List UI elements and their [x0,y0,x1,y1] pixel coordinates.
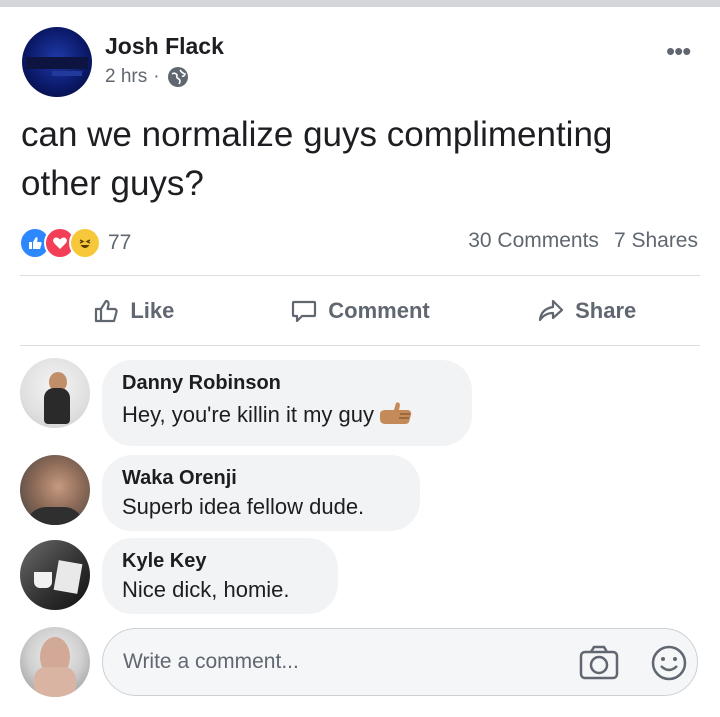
comment-bubble: Kyle Key Nice dick, homie. [102,538,338,614]
haha-reaction-icon [69,227,101,259]
commenter-avatar[interactable] [20,540,90,610]
engagement-counts: 30 Comments 7 Shares [468,229,698,253]
reaction-count: 77 [108,231,132,254]
camera-icon[interactable] [579,645,619,681]
comment-button[interactable]: Comment [247,284,474,338]
post-timestamp[interactable]: 2 hrs [105,66,147,88]
divider [20,275,700,276]
comments-count-link[interactable]: 30 Comments [468,229,599,253]
share-arrow-icon [538,299,564,322]
comment-bubble: Waka Orenji Superb idea fellow dude. [102,455,420,531]
like-button[interactable]: Like [20,284,247,338]
thumbs-up-emoji [378,400,414,432]
share-button[interactable]: Share [473,284,700,338]
comment-text: Superb idea fellow dude. [122,494,365,519]
post-author-name[interactable]: Josh Flack [105,33,224,60]
commenter-name[interactable]: Kyle Key [122,550,316,573]
comment-input[interactable]: Write a comment... [102,628,698,696]
thumbs-up-icon [95,299,119,323]
share-label: Share [575,298,637,323]
top-border [0,0,720,7]
commenter-name[interactable]: Waka Orenji [122,467,398,490]
commenter-name[interactable]: Danny Robinson [122,372,450,395]
current-user-avatar [20,627,90,697]
post-actions-bar: Like Comment Share [20,284,700,338]
comment-text: Nice dick, homie. [122,577,290,602]
comment-text: Hey, you're killin it my guy [122,400,450,432]
speech-bubble-icon [292,300,317,323]
post-text: can we normalize guys complimenting othe… [21,115,613,203]
smiley-icon[interactable] [650,644,688,682]
post-meta: 2 hrs · [105,66,188,88]
reactions-summary[interactable]: 77 [19,227,131,259]
commenter-avatar[interactable] [20,455,90,525]
meta-separator: · [153,66,160,87]
comment-label: Comment [328,298,430,323]
globe-icon [167,67,188,87]
comment-input-placeholder: Write a comment... [123,650,299,673]
author-avatar[interactable] [22,27,92,97]
divider [20,345,700,346]
like-label: Like [130,298,175,323]
shares-count-link[interactable]: 7 Shares [614,229,698,253]
more-options-button[interactable]: ••• [666,36,691,67]
comment-bubble: Danny Robinson Hey, you're killin it my … [102,360,472,446]
commenter-avatar[interactable] [20,358,90,428]
